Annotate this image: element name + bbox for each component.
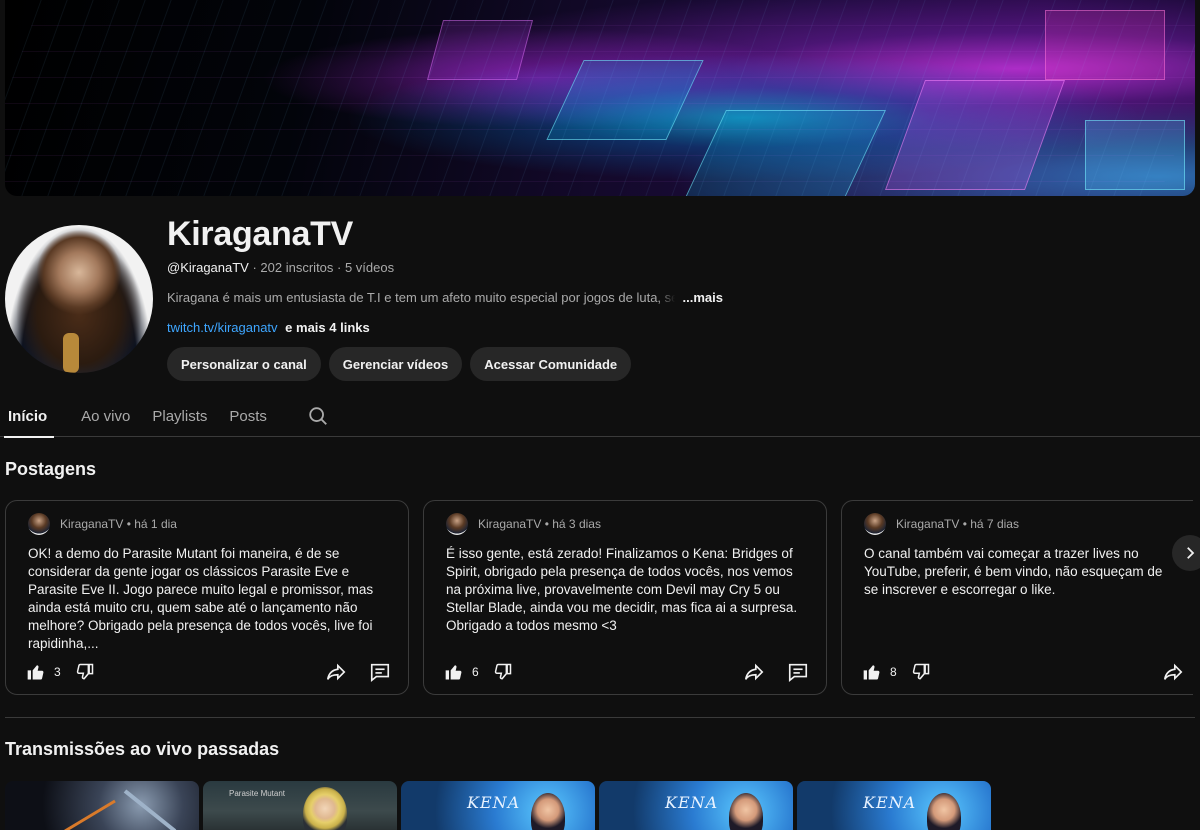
channel-handle: @KiraganaTV	[167, 260, 249, 275]
customize-channel-button[interactable]: Personalizar o canal	[167, 347, 321, 381]
description-text: Kiragana é mais um entusiasta de T.I e t…	[167, 290, 690, 305]
post-author[interactable]: KiraganaTV	[478, 517, 541, 531]
post-card[interactable]: KiraganaTV • há 7 dias O canal também va…	[841, 500, 1193, 695]
channel-banner	[5, 0, 1195, 196]
like-count: 8	[890, 665, 897, 679]
share-icon	[744, 663, 764, 681]
video-thumbnail[interactable]: KENA	[797, 781, 991, 830]
section-divider	[5, 717, 1195, 718]
banner-light-block	[1085, 120, 1185, 190]
like-button[interactable]	[442, 660, 466, 684]
channel-tabs: Início Ao vivo Playlists Posts	[0, 395, 1200, 438]
post-actions: 3	[24, 658, 392, 686]
share-button[interactable]	[324, 660, 348, 684]
thumbnail-art	[64, 789, 177, 830]
post-card[interactable]: KiraganaTV • há 1 dia OK! a demo do Para…	[5, 500, 409, 695]
post-text: OK! a demo do Parasite Mutant foi maneir…	[28, 546, 374, 651]
video-thumbnail[interactable]: KENA	[599, 781, 793, 830]
dislike-icon	[494, 663, 511, 680]
share-button[interactable]	[1161, 660, 1185, 684]
comment-button[interactable]	[786, 660, 810, 684]
tab-posts[interactable]: Posts	[218, 395, 278, 437]
description-more-link[interactable]: ...mais	[658, 290, 723, 305]
post-author-avatar[interactable]	[28, 513, 50, 535]
post-actions: 6	[442, 658, 810, 686]
channel-description[interactable]: Kiragana é mais um entusiasta de T.I e t…	[167, 290, 727, 305]
post-author[interactable]: KiraganaTV	[60, 517, 123, 531]
past-live-section-title: Transmissões ao vivo passadas	[5, 739, 280, 759]
comment-icon	[370, 663, 390, 682]
thumbnail-title: KENA	[665, 793, 719, 812]
share-icon	[326, 663, 346, 681]
like-icon	[27, 665, 44, 680]
share-icon	[1163, 663, 1183, 681]
share-button[interactable]	[742, 660, 766, 684]
channel-actions: Personalizar o canal Gerenciar vídeos Ac…	[167, 347, 632, 381]
post-card[interactable]: KiraganaTV • há 3 dias É isso gente, est…	[423, 500, 827, 695]
thumbnail-character	[531, 793, 565, 830]
channel-name: KiraganaTV	[167, 215, 353, 253]
like-button[interactable]	[24, 660, 48, 684]
dislike-button[interactable]	[73, 660, 97, 684]
like-count: 6	[472, 665, 479, 679]
dislike-button[interactable]	[491, 660, 515, 684]
banner-light-block	[1045, 10, 1165, 80]
twitch-link[interactable]: twitch.tv/kiraganatv	[167, 320, 278, 335]
post-header: KiraganaTV • há 7 dias	[864, 513, 1019, 535]
tab-home[interactable]: Início	[0, 395, 58, 438]
post-author-avatar[interactable]	[446, 513, 468, 535]
video-thumbnail[interactable]	[5, 781, 199, 830]
video-thumbnail[interactable]: Parasite Mutant	[203, 781, 397, 830]
thumbnail-character	[303, 787, 347, 830]
thumbnail-title: KENA	[863, 793, 917, 812]
post-header: KiraganaTV • há 3 dias	[446, 513, 601, 535]
channel-search-button[interactable]	[294, 395, 342, 437]
channel-stats: · 202 inscritos · 5 vídeos	[252, 260, 395, 275]
posts-next-button[interactable]	[1172, 535, 1200, 571]
post-time[interactable]: • há 1 dia	[127, 517, 177, 531]
banner-light-block	[426, 20, 534, 80]
like-button[interactable]	[860, 660, 884, 684]
like-count: 3	[54, 665, 61, 679]
dislike-button[interactable]	[909, 660, 933, 684]
post-header: KiraganaTV • há 1 dia	[28, 513, 177, 535]
thumbnail-title: KENA	[467, 793, 521, 812]
tab-live[interactable]: Ao vivo	[70, 395, 141, 437]
post-author[interactable]: KiraganaTV	[896, 517, 959, 531]
thumbnail-title: Parasite Mutant	[229, 789, 286, 798]
like-icon	[863, 665, 880, 680]
thumbnail-character	[927, 793, 961, 830]
post-text: O canal também vai começar a trazer live…	[864, 546, 1163, 597]
comment-button[interactable]	[368, 660, 392, 684]
like-icon	[445, 665, 462, 680]
post-text: É isso gente, está zerado! Finalizamos o…	[446, 546, 798, 633]
search-icon	[309, 407, 327, 425]
video-thumbnail[interactable]: KENA	[401, 781, 595, 830]
manage-videos-button[interactable]: Gerenciar vídeos	[328, 347, 463, 381]
post-time[interactable]: • há 7 dias	[963, 517, 1019, 531]
more-links-button[interactable]: e mais 4 links	[285, 320, 370, 335]
channel-avatar[interactable]	[5, 225, 153, 373]
post-time[interactable]: • há 3 dias	[545, 517, 601, 531]
tab-playlists[interactable]: Playlists	[141, 395, 218, 437]
post-actions: 8	[860, 658, 1185, 686]
channel-links: twitch.tv/kiraganatv e mais 4 links	[167, 320, 370, 335]
posts-section-title: Postagens	[5, 459, 97, 479]
community-button[interactable]: Acessar Comunidade	[470, 347, 632, 381]
dislike-icon	[76, 663, 93, 680]
chevron-right-icon	[1187, 547, 1195, 559]
avatar-microphone	[63, 333, 79, 373]
comment-icon	[788, 663, 808, 682]
thumbnail-character	[729, 793, 763, 830]
dislike-icon	[912, 663, 929, 680]
post-author-avatar[interactable]	[864, 513, 886, 535]
channel-meta: @KiraganaTV · 202 inscritos · 5 vídeos	[167, 260, 394, 275]
